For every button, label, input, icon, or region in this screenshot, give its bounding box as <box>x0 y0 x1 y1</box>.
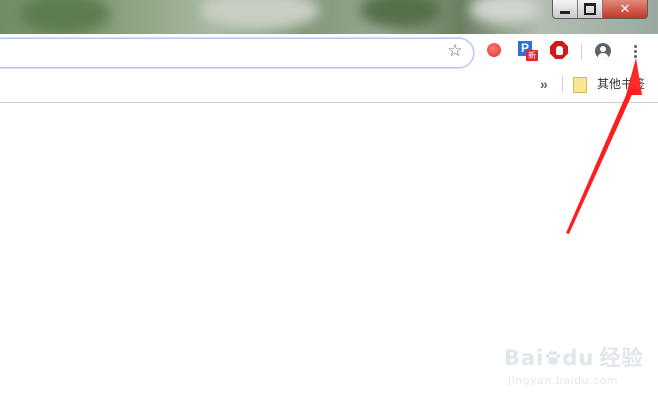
watermark-product: 经验 <box>599 346 644 370</box>
watermark-brand: Bai <box>504 346 545 370</box>
watermark-url: jingyan.baidu.com <box>508 374 619 387</box>
arrow-head-inner <box>629 64 641 90</box>
arrow-shaft <box>566 86 635 234</box>
watermark-brand-suffix: du <box>562 346 595 370</box>
baidu-jingyan-watermark: Bai du 经验 jingyan.baidu.com <box>504 342 644 387</box>
paw-icon <box>545 351 561 365</box>
